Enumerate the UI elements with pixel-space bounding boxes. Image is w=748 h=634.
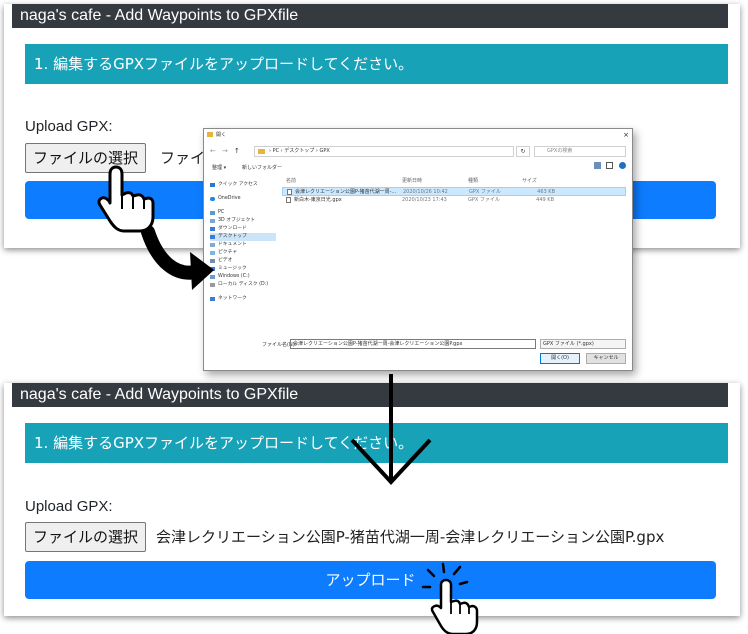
- annotation-layer: [97, 165, 479, 634]
- pointer-hand-icon: [97, 165, 155, 233]
- curved-arrow-icon: [141, 225, 214, 290]
- pointer-hand-icon: [430, 578, 479, 634]
- down-arrow-icon: [350, 374, 432, 485]
